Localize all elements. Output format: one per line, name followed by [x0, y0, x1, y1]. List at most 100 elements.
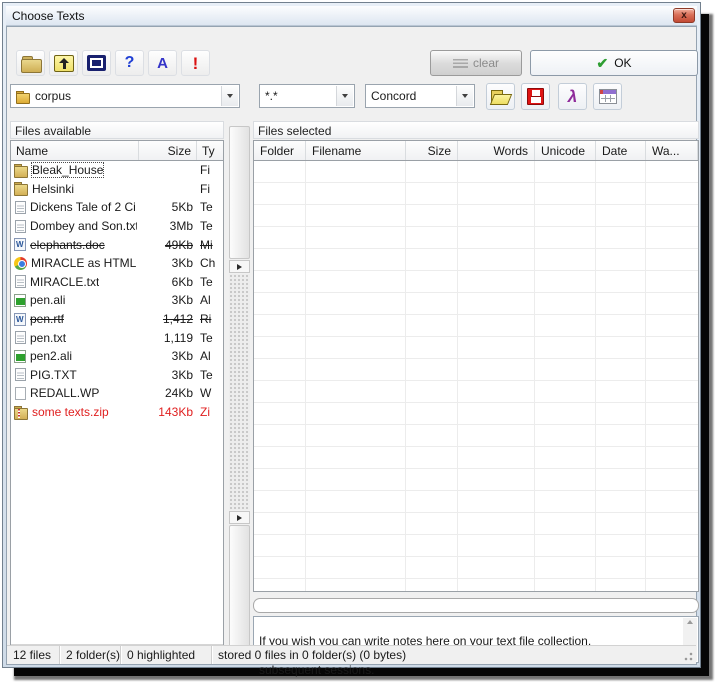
file-row[interactable]: PIG.TXT3KbTe [11, 366, 223, 385]
left-list-header[interactable]: Name Size Ty [10, 140, 224, 161]
column-header-words[interactable]: Words [458, 141, 535, 160]
column-header-unicode[interactable]: Unicode [535, 141, 596, 160]
word-icon [14, 238, 26, 251]
statistics-button[interactable] [593, 83, 622, 110]
folder-icon [14, 164, 28, 177]
file-pattern-combobox[interactable]: *.* [259, 84, 355, 108]
file-row[interactable]: pen.txt1,119Te [11, 328, 223, 347]
file-name: Dombey and Son.txt [30, 219, 137, 233]
font-button[interactable]: A [148, 50, 177, 76]
lambda-button[interactable]: λ [558, 83, 587, 110]
file-row[interactable]: MIRACLE as HTML....3KbCh [11, 254, 223, 273]
files-available-list[interactable]: Bleak_HouseFiHelsinkiFiDickens Tale of 2… [10, 161, 224, 662]
text-icon [15, 368, 26, 381]
column-header-size[interactable]: Size [139, 141, 197, 160]
file-type: Te [200, 331, 223, 345]
view-button[interactable] [82, 50, 111, 76]
file-name: pen2.ali [30, 349, 72, 363]
folder-icon [21, 56, 41, 71]
move-right-arrow-button[interactable] [229, 260, 250, 273]
open-folder-icon [491, 90, 510, 104]
file-name: pen.ali [30, 293, 65, 307]
column-header-folder[interactable]: Folder [254, 141, 306, 160]
file-type: Ri [200, 312, 223, 326]
open-favourites-button[interactable] [486, 83, 515, 110]
resize-grip[interactable] [682, 650, 694, 662]
file-name: PIG.TXT [30, 368, 77, 382]
file-size: 3Mb [137, 219, 193, 233]
folder-icon [14, 182, 28, 195]
file-size: 1,412 [137, 312, 193, 326]
files-selected-grid[interactable] [253, 161, 699, 592]
status-folders: 2 folder(s) [60, 646, 121, 664]
titlebar[interactable]: Choose Texts x [6, 6, 697, 26]
file-type: Ch [200, 256, 223, 270]
folder-combo-value: corpus [35, 89, 71, 103]
files-available-caption: Files available [10, 121, 224, 139]
column-header-name[interactable]: Name [11, 141, 139, 160]
save-favourites-button[interactable] [521, 83, 550, 110]
dropdown-arrow[interactable] [336, 86, 353, 106]
file-row[interactable]: Bleak_HouseFi [11, 161, 223, 180]
column-header-filename[interactable]: Filename [306, 141, 406, 160]
file-row[interactable]: REDALL.WP24KbW [11, 384, 223, 403]
page-icon [15, 387, 26, 400]
text-icon [15, 331, 26, 344]
status-bar: 12 files 2 folder(s) 0 highlighted store… [7, 645, 696, 664]
file-row[interactable]: Dickens Tale of 2 Ci...5KbTe [11, 198, 223, 217]
scroll-up-arrow[interactable] [687, 620, 693, 624]
text-icon [15, 275, 26, 288]
file-size: 143Kb [137, 405, 193, 419]
file-row[interactable]: pen2.ali3KbAl [11, 347, 223, 366]
folder-up-button[interactable] [49, 50, 78, 76]
font-icon: A [157, 56, 168, 71]
lambda-icon: λ [568, 88, 577, 105]
file-row[interactable]: Dombey and Son.txt3MbTe [11, 217, 223, 236]
ok-label: OK [614, 56, 631, 70]
file-size: 3Kb [137, 349, 193, 363]
ok-button[interactable]: ✔ OK [530, 50, 698, 76]
grid-column-line [534, 161, 535, 591]
file-type: Fi [200, 182, 223, 196]
column-header-date[interactable]: Date [596, 141, 646, 160]
clear-label: clear [473, 56, 499, 70]
file-size: 3Kb [137, 256, 193, 270]
alert-icon: ! [193, 55, 199, 72]
file-row[interactable]: some texts.zip143KbZi [11, 403, 223, 422]
file-row[interactable]: MIRACLE.txt6KbTe [11, 273, 223, 292]
column-header-type[interactable]: Ty [197, 141, 223, 160]
close-button[interactable]: x [673, 8, 695, 23]
help-icon: ? [125, 55, 135, 71]
file-size: 3Kb [137, 293, 193, 307]
tool-combobox[interactable]: Concord [365, 84, 475, 108]
folder-icon [16, 91, 29, 102]
chrome-icon [14, 257, 27, 270]
browse-folder-button[interactable] [16, 50, 45, 76]
grid-column-line [305, 161, 306, 591]
splitter-grip[interactable] [229, 274, 250, 510]
clear-button[interactable]: clear [430, 50, 522, 76]
file-row[interactable]: pen.ali 3Kb Al [11, 291, 223, 310]
file-row[interactable]: pen.rtf1,412Ri [11, 310, 223, 329]
text-icon [15, 201, 26, 214]
grid-column-line [595, 161, 596, 591]
file-type: Te [200, 275, 223, 289]
file-type: Al [200, 293, 223, 307]
file-row[interactable]: elephants.doc49KbMi [11, 235, 223, 254]
splitter-segment[interactable] [229, 126, 250, 259]
dropdown-arrow[interactable] [221, 86, 238, 106]
selected-files-header[interactable]: FolderFilenameSizeWordsUnicodeDateWa... [253, 140, 699, 161]
splitter-segment[interactable] [229, 525, 250, 654]
dropdown-arrow[interactable] [456, 86, 473, 106]
pattern-combo-value: *.* [265, 89, 278, 103]
file-row[interactable]: HelsinkiFi [11, 180, 223, 199]
folder-combobox[interactable]: corpus [10, 84, 240, 108]
move-right-arrow-button[interactable] [229, 511, 250, 524]
column-header-size[interactable]: Size [406, 141, 458, 160]
column-header-wa[interactable]: Wa... [646, 141, 698, 160]
alert-button[interactable]: ! [181, 50, 210, 76]
ali-icon [14, 294, 26, 307]
pane-splitter[interactable] [228, 126, 251, 654]
help-button[interactable]: ? [115, 50, 144, 76]
notes-title-input[interactable] [253, 598, 699, 613]
